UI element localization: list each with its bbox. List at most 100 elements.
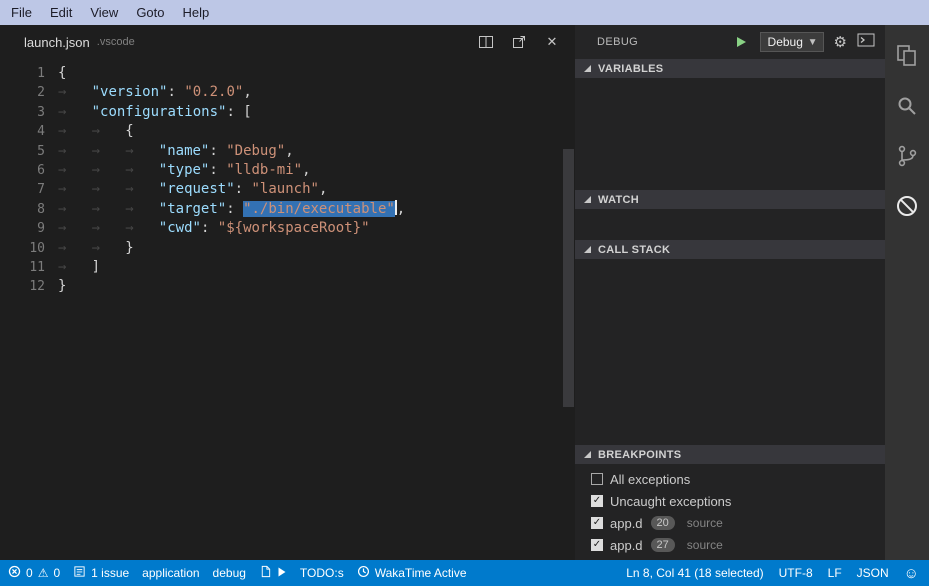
code-token: → — [125, 180, 159, 199]
code-token: } — [58, 278, 66, 294]
line-badge: 27 — [651, 538, 675, 552]
collapse-triangle-icon — [584, 196, 591, 203]
scrollbar-thumb[interactable] — [563, 149, 574, 407]
debug-icon[interactable] — [885, 181, 929, 231]
line-number: 8 — [0, 200, 58, 219]
code-token: → — [58, 239, 92, 258]
line-content: →"version": "0.2.0", — [58, 83, 252, 102]
line-content: } — [58, 277, 66, 296]
code-token: → — [58, 258, 92, 277]
task-icons[interactable] — [259, 565, 287, 581]
code-area[interactable]: 1{2→"version": "0.2.0",3→"configurations… — [0, 59, 575, 560]
code-line[interactable]: 11→] — [0, 258, 575, 277]
code-token: → — [92, 142, 126, 161]
open-preview-icon[interactable] — [510, 33, 528, 51]
encoding-indicator[interactable]: UTF-8 — [779, 566, 813, 580]
code-token: : — [201, 220, 218, 236]
breakpoint-item[interactable]: ✓app.d20source — [575, 512, 885, 534]
code-line[interactable]: 5→→→"name": "Debug", — [0, 142, 575, 161]
menu-bar: File Edit View Goto Help — [0, 0, 929, 25]
section-watch[interactable]: WATCH — [575, 190, 885, 209]
call-stack-body — [575, 259, 885, 445]
code-line[interactable]: 1{ — [0, 64, 575, 83]
file-icon — [259, 565, 272, 581]
code-token: → — [125, 219, 159, 238]
error-warning-summary[interactable]: 0 ⚠ 0 — [8, 565, 60, 581]
code-line[interactable]: 9→→→"cwd": "${workspaceRoot}" — [0, 219, 575, 238]
editor-group: launch.json .vscode ✕ 1{2→"version": "0.… — [0, 25, 575, 560]
tab-path-hint: .vscode — [97, 36, 135, 48]
error-count: 0 — [26, 566, 33, 580]
code-line[interactable]: 12} — [0, 277, 575, 296]
issues-item[interactable]: 1 issue — [73, 565, 129, 581]
explorer-icon[interactable] — [885, 31, 929, 81]
line-number: 4 — [0, 122, 58, 141]
language-mode[interactable]: JSON — [857, 566, 889, 580]
start-debug-icon[interactable] — [734, 34, 750, 50]
debug-console-icon[interactable] — [857, 33, 875, 52]
close-icon[interactable]: ✕ — [543, 33, 561, 51]
code-token: "launch" — [252, 181, 319, 197]
code-token: "0.2.0" — [184, 84, 243, 100]
issues-label: 1 issue — [91, 566, 129, 580]
code-line[interactable]: 3→"configurations": [ — [0, 103, 575, 122]
code-token: "target" — [159, 201, 226, 217]
code-line[interactable]: 6→→→"type": "lldb-mi", — [0, 161, 575, 180]
line-number: 12 — [0, 277, 58, 296]
code-token: → — [92, 180, 126, 199]
source-control-icon[interactable] — [885, 131, 929, 181]
code-token: → — [58, 103, 92, 122]
split-editor-icon[interactable] — [477, 33, 495, 51]
breakpoint-checkbox[interactable]: ✓ — [591, 495, 603, 507]
breakpoint-source: source — [687, 538, 723, 552]
code-token: "version" — [92, 84, 168, 100]
collapse-triangle-icon — [584, 451, 591, 458]
editor-tab-bar: launch.json .vscode ✕ — [0, 25, 575, 59]
line-content: →"configurations": [ — [58, 103, 252, 122]
breakpoint-checkbox[interactable]: ✓ — [591, 539, 603, 551]
collapse-triangle-icon — [584, 246, 591, 253]
code-token: : — [209, 143, 226, 159]
menu-edit[interactable]: Edit — [41, 0, 81, 25]
cursor-position[interactable]: Ln 8, Col 41 (18 selected) — [626, 566, 763, 580]
line-number: 2 — [0, 83, 58, 102]
line-number: 9 — [0, 219, 58, 238]
menu-goto[interactable]: Goto — [127, 0, 173, 25]
code-token: → — [125, 200, 159, 219]
debug-config-dropdown[interactable]: Debug ▼ — [760, 32, 824, 52]
code-line[interactable]: 2→"version": "0.2.0", — [0, 83, 575, 102]
debug-config-value: Debug — [768, 35, 803, 49]
section-variables[interactable]: VARIABLES — [575, 59, 885, 78]
line-number: 5 — [0, 142, 58, 161]
breakpoint-item[interactable]: ✓Uncaught exceptions — [575, 490, 885, 512]
code-token: , — [285, 143, 293, 159]
section-breakpoints[interactable]: BREAKPOINTS — [575, 445, 885, 464]
project-item[interactable]: application — [142, 566, 199, 580]
search-icon[interactable] — [885, 81, 929, 131]
section-call-stack[interactable]: CALL STACK — [575, 240, 885, 259]
code-token: → — [58, 219, 92, 238]
code-line[interactable]: 10→→} — [0, 239, 575, 258]
menu-help[interactable]: Help — [174, 0, 219, 25]
code-token: "${workspaceRoot}" — [218, 220, 370, 236]
code-line[interactable]: 8→→→"target": "./bin/executable", — [0, 200, 575, 219]
line-content: { — [58, 64, 66, 83]
breakpoint-checkbox[interactable]: ✓ — [591, 517, 603, 529]
breakpoint-checkbox[interactable] — [591, 473, 603, 485]
breakpoint-item[interactable]: ✓app.d27source — [575, 534, 885, 556]
debug-status-item[interactable]: debug — [213, 566, 246, 580]
code-token: → — [58, 142, 92, 161]
menu-file[interactable]: File — [2, 0, 41, 25]
breakpoint-item[interactable]: All exceptions — [575, 468, 885, 490]
feedback-smiley-icon[interactable]: ☺ — [904, 566, 919, 581]
main-area: launch.json .vscode ✕ 1{2→"version": "0.… — [0, 25, 929, 560]
gear-icon[interactable]: ⚙ — [834, 33, 847, 51]
todo-item[interactable]: TODO:s — [300, 566, 344, 580]
wakatime-item[interactable]: WakaTime Active — [357, 565, 467, 581]
code-line[interactable]: 4→→{ — [0, 122, 575, 141]
menu-view[interactable]: View — [81, 0, 127, 25]
code-line[interactable]: 7→→→"request": "launch", — [0, 180, 575, 199]
warning-icon: ⚠ — [38, 567, 49, 579]
tab-filename[interactable]: launch.json — [24, 35, 90, 50]
eol-indicator[interactable]: LF — [828, 566, 842, 580]
